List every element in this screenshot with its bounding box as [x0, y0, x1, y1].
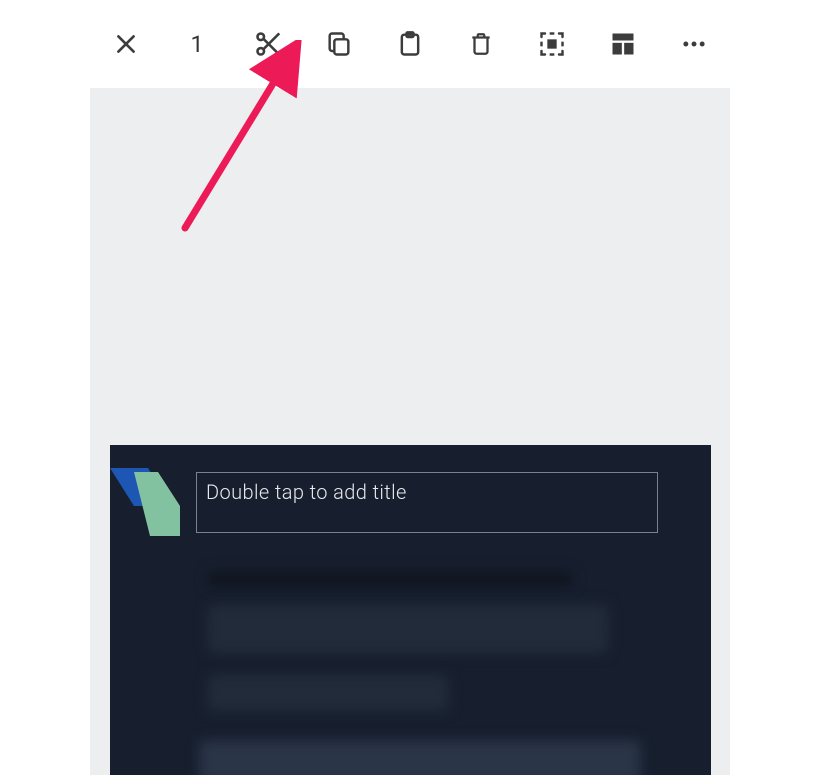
- close-button[interactable]: [108, 26, 144, 62]
- paste-icon: [396, 30, 424, 58]
- close-icon: [113, 31, 139, 57]
- cut-button[interactable]: [250, 26, 286, 62]
- more-icon: [680, 30, 708, 58]
- paste-button[interactable]: [392, 26, 428, 62]
- layout-icon: [609, 30, 637, 58]
- select-all-icon: [538, 30, 566, 58]
- copy-icon: [325, 30, 353, 58]
- slide-content-blur: [208, 605, 608, 653]
- title-placeholder[interactable]: Double tap to add title: [196, 472, 658, 533]
- slide[interactable]: Double tap to add title: [110, 445, 711, 775]
- toolbar: 1: [90, 0, 730, 88]
- slide-content-blur: [208, 675, 448, 711]
- more-button[interactable]: [676, 26, 712, 62]
- cut-icon: [253, 29, 283, 59]
- logo-graphic: [110, 468, 180, 536]
- delete-button[interactable]: [463, 26, 499, 62]
- canvas-area[interactable]: Double tap to add title: [90, 88, 730, 775]
- delete-icon: [468, 31, 494, 57]
- slide-content-blur: [208, 571, 573, 587]
- copy-button[interactable]: [321, 26, 357, 62]
- title-placeholder-text: Double tap to add title: [206, 480, 407, 504]
- layout-button[interactable]: [605, 26, 641, 62]
- selection-count: 1: [179, 26, 215, 62]
- select-all-button[interactable]: [534, 26, 570, 62]
- slide-content-blur: [200, 741, 640, 775]
